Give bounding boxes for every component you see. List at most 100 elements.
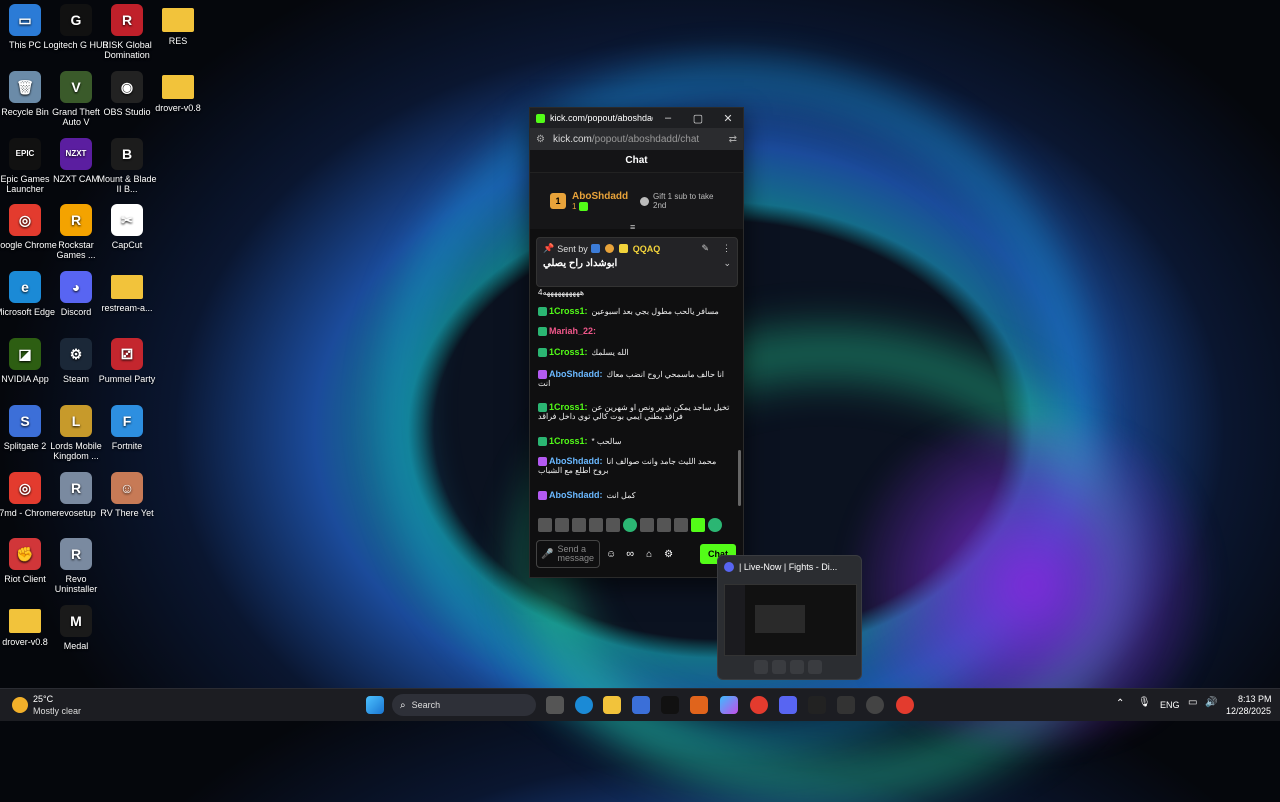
message-username[interactable]: AboShdadd: [549,490,603,500]
chat-message[interactable]: Mariah_22: [538,326,734,337]
file-explorer-icon[interactable] [603,696,621,714]
discord-taskbar-icon[interactable] [779,696,797,714]
unpin-icon[interactable]: ✎ [701,243,709,254]
minimize-button[interactable]: – [653,112,683,124]
emote-icon[interactable] [623,518,637,532]
desktop-icon[interactable]: M Medal [43,605,109,651]
chevron-down-icon[interactable]: ⌄ [723,258,731,269]
maximize-button[interactable]: ▢ [683,112,713,125]
weather-icon[interactable] [12,697,28,713]
logitech-icon[interactable] [808,696,826,714]
emote-icon[interactable] [538,518,552,532]
chat-message[interactable]: 4ههههههههههه [538,288,734,297]
arc-icon[interactable] [690,696,708,714]
emote-icon[interactable] [572,518,586,532]
message-username[interactable]: AboShdadd: [549,369,603,379]
app-icon: G [60,4,92,36]
message-username[interactable]: Mariah_22: [549,326,596,336]
close-button[interactable]: ✕ [713,112,743,125]
address-bar[interactable]: ⚙ kick.com /popout/aboshdadd/chat ⇄ [530,128,743,150]
emote-icon[interactable] [691,518,705,532]
desktop-icon[interactable]: restream-a... [94,271,160,313]
app-icon: ⚙ [60,338,92,370]
headset-icon[interactable] [790,660,804,674]
emote-icon[interactable] [640,518,654,532]
emote-icon[interactable] [674,518,688,532]
desktop-icon[interactable]: RES [145,4,211,46]
emoji-icon[interactable]: ☺ [606,549,616,560]
emote-icon[interactable] [589,518,603,532]
chat-message[interactable]: 1Cross1: الله يسلمك [538,347,734,358]
copilot-icon[interactable] [720,696,738,714]
language-indicator[interactable]: ENG [1160,700,1180,710]
kick-logo-icon [536,113,545,123]
obs-icon[interactable] [866,696,884,714]
store-icon[interactable]: ⌂ [646,549,652,560]
task-view-icon[interactable] [546,696,564,714]
store-app-icon[interactable] [632,696,650,714]
desktop-icon[interactable]: R Revo Uninstaller [43,538,109,594]
discord-taskbar-preview[interactable]: | Live-Now | Fights - Di... [717,555,862,680]
app-icon: e [9,271,41,304]
desktop-icon[interactable]: ⚂ Pummel Party [94,338,160,384]
clock-time[interactable]: 8:13 PM [1238,694,1272,704]
app-icon: ◎ [9,204,41,237]
edge-icon[interactable] [575,696,593,714]
message-username[interactable]: 1Cross1: [549,436,588,446]
message-username[interactable]: 1Cross1: [549,402,588,412]
mic-icon[interactable]: 🎤 [541,549,553,560]
terminal-icon[interactable] [837,696,855,714]
desktop-icon[interactable]: F Fortnite [94,404,160,451]
user-badge-icon [538,307,547,317]
chat-message[interactable]: 1Cross1: مسافر يالحب مطول بجي بعد اسبوعين [538,306,734,317]
app-icon: ◎ [9,471,41,504]
site-settings-icon[interactable]: ⚙ [536,134,545,145]
chrome-icon[interactable] [750,696,768,714]
collapse-icon[interactable]: ≡ [630,222,635,232]
star-badge-icon [618,244,628,253]
chrome-active-icon[interactable] [896,696,914,714]
pinned-message[interactable]: 📌 Sent by QQAQ ✎ ⋮ ابوشداد راح يصلي ⌄ [536,237,738,287]
more-icon[interactable]: ⋮ [722,243,731,254]
volume-icon[interactable]: 🔊 [1205,697,1217,708]
phone-icon[interactable] [808,660,822,674]
preview-thumbnail[interactable] [724,584,857,656]
infinity-icon[interactable]: ∞ [626,548,634,560]
network-icon[interactable]: ▭ [1188,697,1197,708]
message-username[interactable]: 1Cross1: [549,347,588,357]
emote-icon[interactable] [555,518,569,532]
weather-desc[interactable]: Mostly clear [33,706,81,716]
message-username[interactable]: 1Cross1: [549,306,588,316]
chat-message[interactable]: AboShdadd: انا حالف ماسمحي اروح انضب معاك… [538,369,734,388]
desktop-icon[interactable]: ✂ CapCut [94,204,160,250]
medal-icon[interactable] [661,696,679,714]
app-icon: V [60,70,92,103]
weather-temp[interactable]: 25°C [33,694,53,704]
desktop-icon[interactable]: ☺ RV There Yet [94,471,160,518]
chat-scrollbar[interactable] [738,450,741,506]
clock-date[interactable]: 12/28/2025 [1226,706,1271,716]
desktop-icon[interactable]: B Mount & Blade II B... [94,137,160,194]
start-icon[interactable] [366,696,384,714]
chat-message[interactable]: AboShdadd: محمد الليث جامد وانت صوالف انا… [538,456,734,475]
chat-message[interactable]: 1Cross1: تخيل ساجد يمكن شهر ونص او شهرين … [538,402,734,421]
translate-icon[interactable]: ⇄ [729,134,737,145]
message-input[interactable]: 🎤 Send a message [536,540,600,568]
window-titlebar[interactable]: kick.com/popout/aboshdad... – ▢ ✕ [530,108,743,128]
mic-icon[interactable] [772,660,786,674]
search-box[interactable]: ⌕ Search [392,694,536,716]
leaderboard[interactable]: 1 AboShdadd 1 Gift 1 sub to take 2nd [530,173,743,229]
leader-name: AboShdadd [572,190,629,202]
emote-icon[interactable] [657,518,671,532]
chat-message[interactable]: AboShdadd: كمل انت [538,490,734,501]
chat-message[interactable]: 1Cross1: * سالحب [538,436,734,447]
emote-icon[interactable] [708,518,722,532]
pinned-text: ابوشداد راح يصلي [543,258,618,269]
desktop-icon[interactable]: drover-v0.8 [145,71,211,113]
mic-tray-icon[interactable]: 🎙 [1138,697,1151,708]
settings-icon[interactable]: ⚙ [664,549,673,560]
emote-icon[interactable] [606,518,620,532]
message-username[interactable]: AboShdadd: [549,456,603,466]
camera-icon[interactable] [754,660,768,674]
overflow-chevron-icon[interactable]: ⌃ [1116,698,1124,709]
